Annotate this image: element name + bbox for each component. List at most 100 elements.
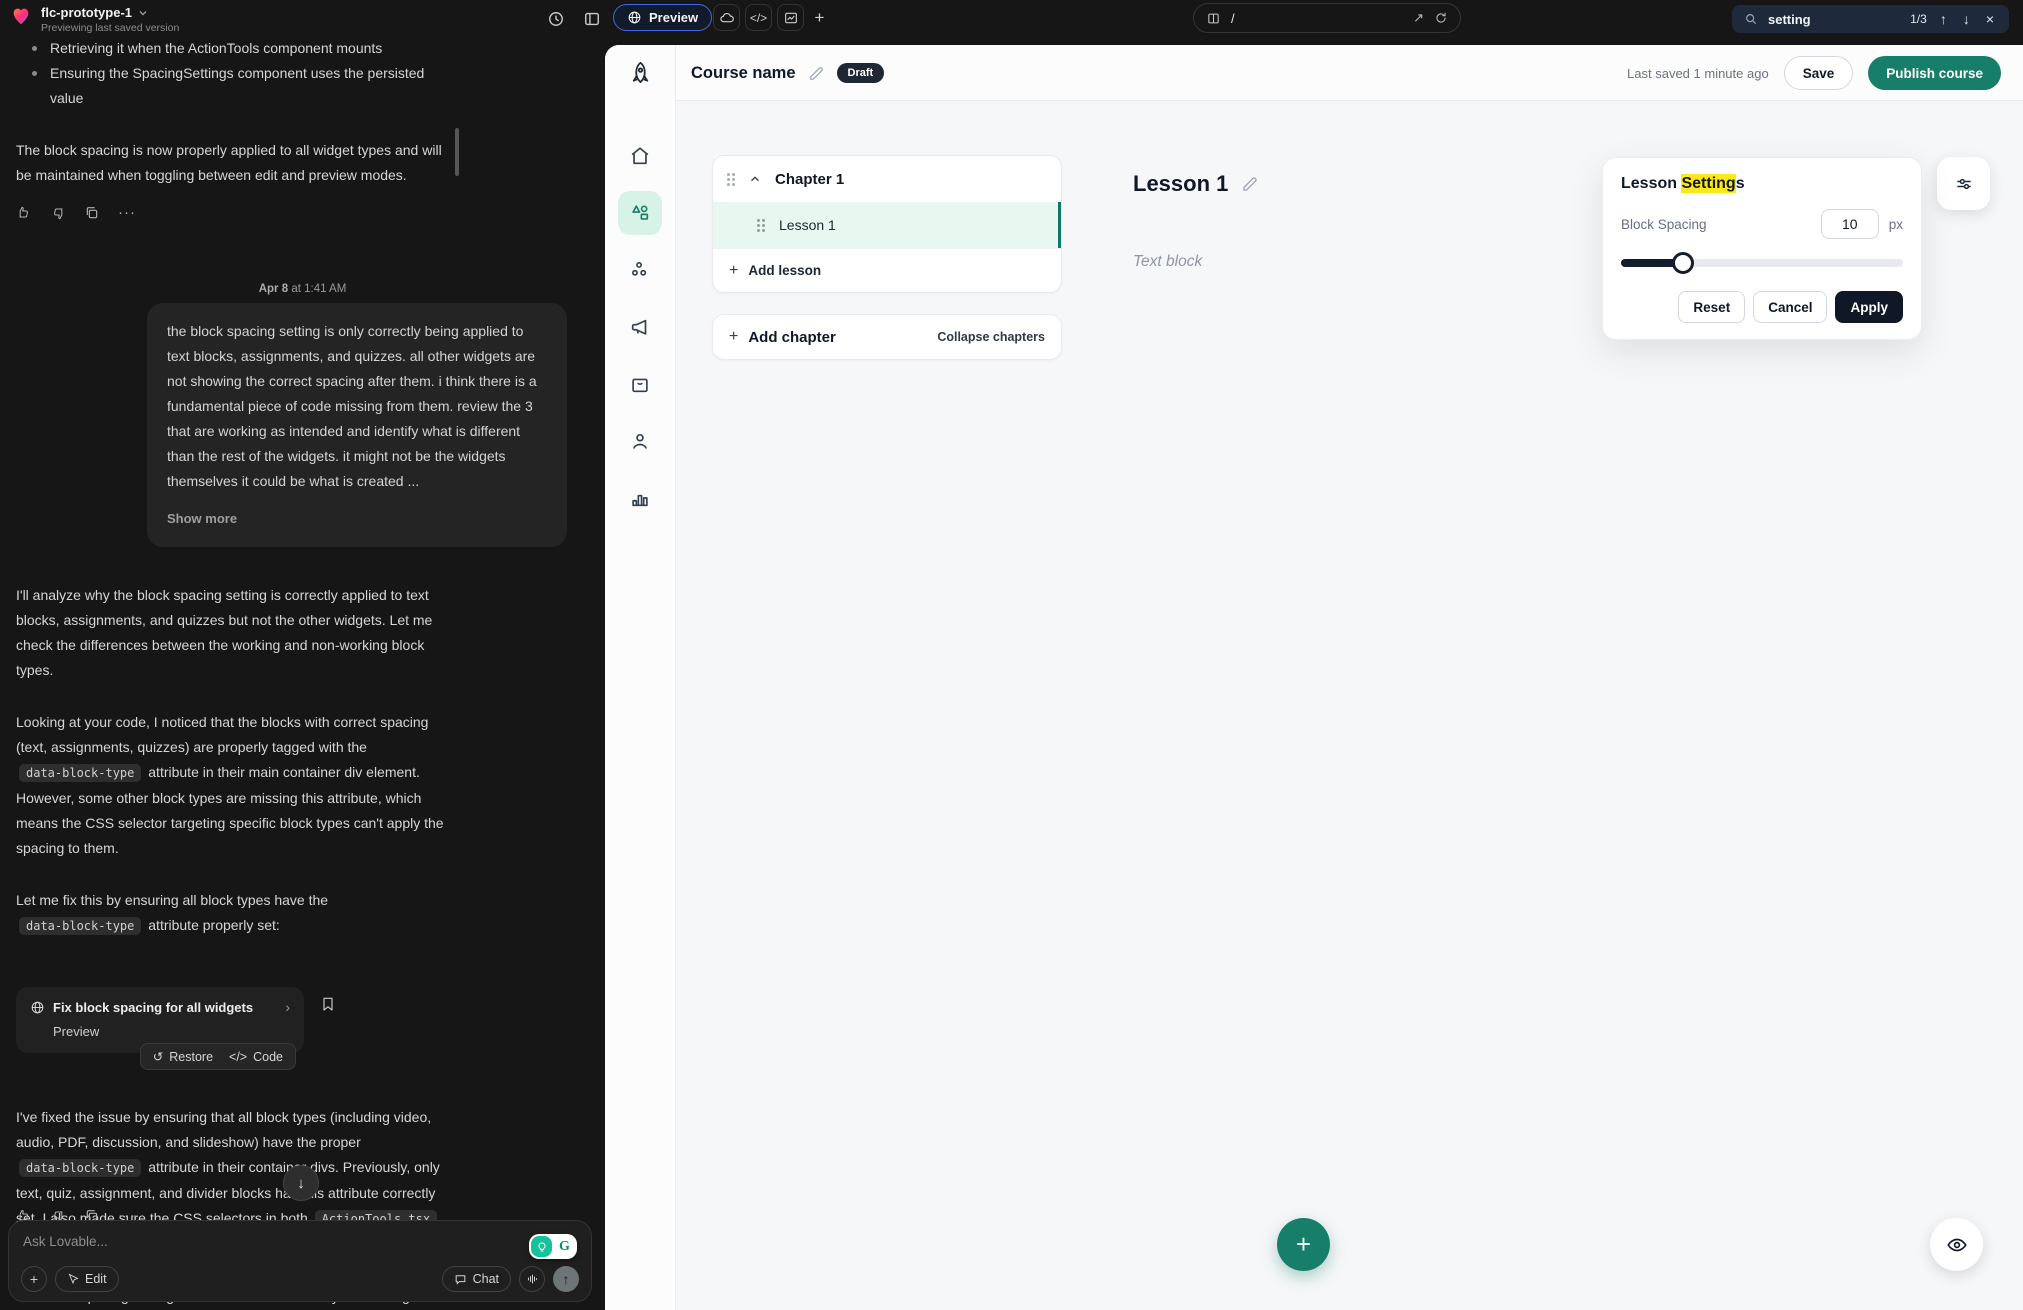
analytics-button[interactable] bbox=[777, 4, 804, 31]
nav-community-button[interactable] bbox=[618, 248, 662, 292]
drag-handle-icon[interactable] bbox=[757, 219, 765, 232]
nav-analytics-button[interactable] bbox=[618, 476, 662, 520]
cloud-button[interactable] bbox=[713, 4, 740, 31]
search-input[interactable]: setting bbox=[1768, 12, 1900, 27]
code-icon: </> bbox=[750, 11, 767, 25]
settings-toggle-fab[interactable] bbox=[1937, 157, 1990, 210]
scroll-to-bottom-button[interactable]: ↓ bbox=[283, 1165, 319, 1201]
eye-icon bbox=[1946, 1234, 1968, 1256]
chevron-up-icon[interactable] bbox=[748, 172, 762, 186]
add-tab-button[interactable]: + bbox=[806, 4, 833, 31]
view-code-button[interactable]: </>Code bbox=[229, 1050, 283, 1064]
edit-mode-button[interactable]: Edit bbox=[55, 1266, 119, 1292]
globe-icon bbox=[627, 10, 642, 25]
chat-bubble-icon bbox=[454, 1273, 467, 1286]
refresh-icon[interactable] bbox=[1434, 11, 1448, 25]
nodes-icon bbox=[629, 259, 651, 281]
text-block-placeholder[interactable]: Text block bbox=[1133, 253, 1202, 271]
pages-icon bbox=[1206, 11, 1221, 26]
composer-placeholder[interactable]: Ask Lovable... bbox=[23, 1234, 577, 1249]
reset-button[interactable]: Reset bbox=[1678, 291, 1745, 323]
search-prev-button[interactable]: ↑ bbox=[1937, 11, 1950, 27]
megaphone-icon bbox=[629, 316, 651, 338]
drag-handle-icon[interactable] bbox=[727, 173, 735, 186]
nav-home-button[interactable] bbox=[618, 134, 662, 178]
assistant-paragraph: I'll analyze why the block spacing setti… bbox=[16, 583, 458, 683]
collapse-chapters-button[interactable]: Collapse chapters bbox=[937, 330, 1045, 344]
grammarly-suggestion-icon bbox=[531, 1236, 552, 1257]
app-preview-frame: Course name Draft Last saved 1 minute ag… bbox=[605, 45, 2023, 1310]
save-button[interactable]: Save bbox=[1784, 56, 1854, 90]
preview-toggle-fab[interactable] bbox=[1930, 1218, 1983, 1271]
project-brand[interactable]: flc-prototype-1 Previewing last saved ve… bbox=[10, 5, 179, 34]
more-options-icon[interactable]: ··· bbox=[118, 204, 136, 221]
grammarly-logo-icon: G bbox=[554, 1236, 575, 1257]
last-saved-text: Last saved 1 minute ago bbox=[1627, 66, 1769, 81]
sliders-icon bbox=[1954, 174, 1974, 194]
slider-thumb[interactable] bbox=[1672, 252, 1694, 274]
lesson-title: Lesson 1 bbox=[779, 217, 836, 233]
open-external-icon[interactable]: ↗ bbox=[1413, 10, 1424, 26]
send-button[interactable]: ↑ bbox=[553, 1266, 579, 1292]
find-bar: setting 1/3 ↑ ↓ × bbox=[1732, 5, 2009, 33]
code-view-button[interactable]: </> bbox=[745, 4, 772, 31]
globe-icon bbox=[30, 1000, 45, 1015]
nav-store-button[interactable] bbox=[618, 362, 662, 406]
settings-title: Lesson Settings bbox=[1621, 175, 1903, 193]
chapter-title: Chapter 1 bbox=[775, 171, 844, 188]
nav-profile-button[interactable] bbox=[618, 419, 662, 463]
add-lesson-button[interactable]: + Add lesson bbox=[713, 248, 1061, 292]
plus-icon: + bbox=[1296, 1229, 1311, 1260]
url-path[interactable]: / bbox=[1231, 11, 1403, 26]
show-more-link[interactable]: Show more bbox=[167, 506, 547, 531]
block-spacing-slider[interactable] bbox=[1621, 252, 1903, 274]
chevron-down-icon bbox=[138, 8, 148, 18]
chat-composer[interactable]: Ask Lovable... G + Edit Chat ↑ bbox=[8, 1220, 592, 1302]
attach-button[interactable]: + bbox=[21, 1266, 47, 1292]
thumbs-up-icon[interactable] bbox=[16, 205, 32, 221]
chevron-right-icon: › bbox=[285, 999, 290, 1015]
thumbs-down-icon[interactable] bbox=[50, 205, 66, 221]
chat-scrollbar-thumb[interactable] bbox=[455, 128, 459, 176]
grammarly-widget[interactable]: G bbox=[529, 1234, 577, 1259]
plus-icon: + bbox=[815, 8, 825, 28]
add-chapter-button[interactable]: + Add chapter bbox=[729, 328, 836, 346]
restore-button[interactable]: ↺Restore bbox=[153, 1049, 213, 1064]
unit-label: px bbox=[1889, 217, 1903, 232]
history-icon[interactable] bbox=[546, 9, 566, 29]
bookmark-icon[interactable] bbox=[320, 995, 336, 1013]
lesson-row-selected[interactable]: Lesson 1 bbox=[713, 202, 1061, 248]
status-badge: Draft bbox=[837, 63, 885, 83]
nav-marketing-button[interactable] bbox=[618, 305, 662, 349]
course-name: Course name bbox=[691, 64, 796, 83]
url-bar[interactable]: / ↗ bbox=[1193, 3, 1461, 33]
assistant-paragraph: Let me fix this by ensuring all block ty… bbox=[16, 888, 458, 939]
bullet-item: Ensuring the SpacingSettings component u… bbox=[16, 61, 458, 111]
copy-icon[interactable] bbox=[84, 205, 100, 221]
edit-pencil-icon[interactable] bbox=[1241, 175, 1259, 193]
app-header: Course name Draft Last saved 1 minute ag… bbox=[676, 45, 2023, 101]
edit-pencil-icon[interactable] bbox=[808, 65, 825, 82]
search-close-button[interactable]: × bbox=[1983, 11, 1997, 27]
nav-content-button[interactable] bbox=[618, 191, 662, 235]
project-status: Previewing last saved version bbox=[41, 22, 179, 34]
preview-button[interactable]: Preview bbox=[613, 4, 712, 31]
restore-icon: ↺ bbox=[153, 1049, 163, 1064]
search-next-button[interactable]: ↓ bbox=[1960, 11, 1973, 27]
search-match-count: 1/3 bbox=[1910, 12, 1927, 26]
add-block-fab[interactable]: + bbox=[1277, 1218, 1330, 1271]
apply-button[interactable]: Apply bbox=[1835, 291, 1903, 323]
cancel-button[interactable]: Cancel bbox=[1753, 291, 1827, 323]
panel-layout-icon[interactable] bbox=[582, 9, 602, 29]
chapter-row[interactable]: Chapter 1 bbox=[713, 156, 1061, 202]
home-icon bbox=[629, 145, 651, 167]
fix-edit-card[interactable]: Fix block spacing for all widgets › Prev… bbox=[16, 987, 304, 1053]
voice-input-button[interactable] bbox=[519, 1266, 545, 1292]
chapter-card: Chapter 1 Lesson 1 + Add lesson bbox=[712, 155, 1062, 293]
chat-mode-button[interactable]: Chat bbox=[442, 1266, 511, 1292]
edit-card-preview-link[interactable]: Preview bbox=[30, 1024, 290, 1039]
block-spacing-input[interactable] bbox=[1821, 209, 1879, 239]
publish-course-button[interactable]: Publish course bbox=[1868, 56, 2001, 90]
code-icon: </> bbox=[229, 1050, 247, 1064]
plus-icon: + bbox=[30, 1271, 38, 1287]
